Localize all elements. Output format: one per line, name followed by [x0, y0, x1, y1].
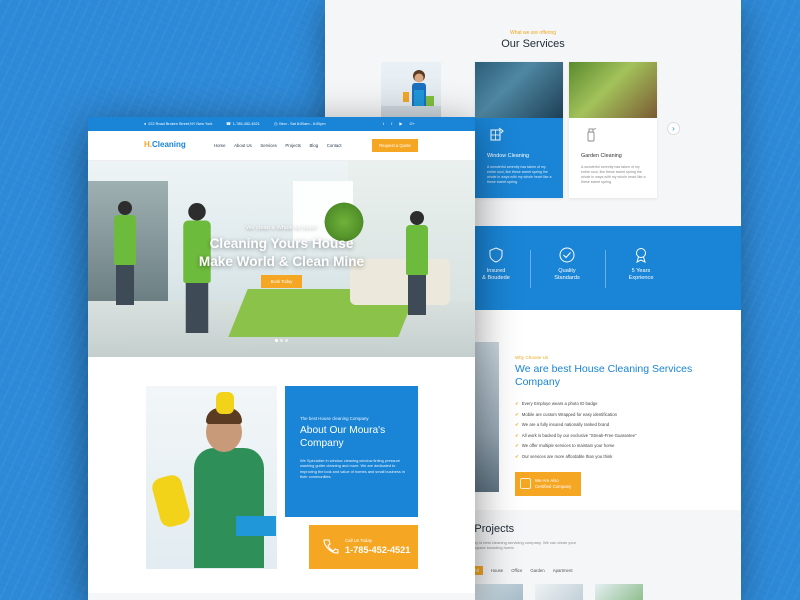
phone-icon: ☎: [226, 122, 231, 126]
spray-bottle-icon: [587, 128, 597, 142]
why-list-item: We are a fully insured nationally ranked…: [515, 421, 636, 432]
hero-slider: We clean a Whole lot more! Cleaning Your…: [88, 161, 475, 357]
request-quote-button[interactable]: Request a Quote: [372, 139, 418, 152]
certified-company-badge[interactable]: We Are Also Certified Company: [515, 472, 581, 496]
filter-apartment[interactable]: Apartment: [553, 566, 573, 575]
google-plus-icon[interactable]: G+: [410, 121, 415, 126]
front-page-preview: ● 222 Road Broken Street,NY New York ☎ 1-7…: [88, 117, 475, 600]
site-logo[interactable]: H.Cleaning: [144, 140, 186, 149]
twitter-icon[interactable]: t: [383, 121, 384, 126]
stat-line2: Standards: [554, 275, 580, 281]
why-list-item: We offer multiple services to maintain y…: [515, 442, 636, 453]
social-links: t f ▶ G+: [377, 117, 415, 131]
hero-kicker: We clean a Whole lot more!: [245, 225, 318, 231]
chevron-right-icon[interactable]: ›: [667, 122, 680, 135]
nav-projects[interactable]: Projects: [285, 143, 301, 148]
badge-check-icon: [559, 247, 575, 263]
hero-headline-line2: Make World & Clean Mine: [198, 254, 365, 269]
cleaning-woman-illustration: [381, 70, 441, 118]
hero-headline-line1: Cleaning Yours House: [209, 236, 354, 251]
service-image-cleaning-woman: [381, 62, 441, 118]
phone-info[interactable]: ☎ 1-785-452-4521: [226, 117, 260, 131]
about-card: The best House cleaning Company About Ou…: [285, 386, 418, 517]
stat-line1: 5 Years: [631, 268, 651, 274]
filter-house[interactable]: House: [491, 566, 503, 575]
youtube-icon[interactable]: ▶: [399, 121, 402, 126]
why-list-item: Our services are more affordable than yo…: [515, 453, 636, 464]
services-kicker: What we are offering: [509, 30, 557, 36]
stat-line1: Quality: [558, 268, 576, 274]
why-list-item: Mobile are custom Wrapped for easy ident…: [515, 411, 636, 422]
clock-icon: ◷: [274, 122, 278, 126]
phone-icon: [323, 539, 339, 554]
why-title: We are best House Cleaning Services Comp…: [515, 363, 693, 388]
stat-experience: 5 Years Exprience: [601, 246, 681, 282]
slider-dots: [275, 339, 290, 342]
about-kicker: The best House cleaning Company: [300, 416, 369, 421]
service-card-title: Garden Cleaning: [581, 153, 622, 159]
why-list-item: All work is backed by our exclusive “Str…: [515, 432, 637, 443]
service-card-window-cleaning[interactable]: Window Cleaning A wonderful serenity has…: [475, 62, 563, 198]
window-cleaning-icon: [490, 127, 504, 141]
why-choose-photo: [471, 342, 499, 492]
filter-office[interactable]: Office: [511, 566, 522, 575]
hours-info: ◷ Mon - Sat 8:00am - 6:00pm: [274, 117, 326, 131]
service-card-garden-cleaning[interactable]: Garden Cleaning A wonderful serenity has…: [569, 62, 657, 198]
service-card-title: Window Cleaning: [487, 153, 529, 159]
about-text: We Specialize in window cleaning,window …: [300, 458, 405, 480]
slider-dot[interactable]: [285, 339, 288, 342]
services-title: Our Services: [501, 38, 565, 50]
service-image-window: [475, 62, 563, 118]
project-thumbnail[interactable]: [595, 584, 643, 600]
nav-about[interactable]: About Us: [234, 143, 252, 148]
service-card-text: A wonderful serenity has taken of my ent…: [487, 165, 552, 184]
book-today-button[interactable]: Book Today: [261, 275, 302, 288]
nav-blog[interactable]: Blog: [310, 143, 319, 148]
about-section: The best House cleaning Company About Ou…: [88, 357, 475, 600]
trophy-icon: [636, 248, 646, 263]
logo-name: Cleaning: [152, 140, 186, 149]
section-divider: [88, 593, 475, 600]
nav-contact[interactable]: Contact: [327, 143, 342, 148]
hero-headline: Cleaning Yours House Make World & Clean …: [88, 235, 475, 271]
phone-text: 1-785-452-4521: [232, 122, 260, 126]
about-title: About Our Moura's Company: [300, 425, 386, 449]
service-image-garden: [569, 62, 657, 118]
facebook-icon[interactable]: f: [391, 121, 392, 126]
shield-icon: [489, 247, 503, 263]
stat-line2: Exprience: [628, 275, 654, 281]
slider-dot[interactable]: [280, 339, 283, 342]
address-info: ● 222 Road Broken Street,NY New York: [144, 117, 212, 131]
why-list: Every Employe wears a photo ID badge Mob…: [515, 400, 637, 464]
why-kicker: Why Choose Us: [515, 355, 549, 360]
call-us-card[interactable]: Call Us Today 1-785-452-4521: [309, 525, 418, 569]
why-list-item: Every Employe wears a photo ID badge: [515, 400, 636, 411]
main-navbar: H.Cleaning Home About Us Services Projec…: [88, 131, 475, 161]
address-text: 222 Road Broken Street,NY New York: [148, 122, 213, 126]
projects-text: ty is best cleaning servicing company. W…: [475, 540, 577, 551]
hours-text: Mon - Sat 8:00am - 6:00pm: [279, 122, 326, 126]
main-nav: Home About Us Services Projects Blog Con…: [214, 143, 350, 148]
certificate-icon: [520, 478, 531, 489]
project-filters: All House Office Garden Apartment: [470, 566, 581, 575]
filter-garden[interactable]: Garden: [530, 566, 544, 575]
logo-prefix: H.: [144, 140, 152, 149]
top-info-bar: ● 222 Road Broken Street,NY New York ☎ 1-7…: [88, 117, 475, 131]
stat-quality: Quality Standards: [527, 246, 607, 282]
nav-home[interactable]: Home: [214, 143, 225, 148]
call-label: Call Us Today: [345, 538, 373, 543]
project-thumbnail[interactable]: [475, 584, 523, 600]
call-number: 1-785-452-4521: [345, 545, 411, 555]
service-card-text: A wonderful serenity has taken of my ent…: [581, 165, 646, 184]
nav-services[interactable]: Services: [260, 143, 276, 148]
about-photo: [146, 386, 277, 569]
project-thumbnail[interactable]: [535, 584, 583, 600]
certified-line2: Certified Company: [535, 484, 572, 489]
map-pin-icon: ●: [144, 122, 147, 126]
slider-dot[interactable]: [275, 339, 278, 342]
